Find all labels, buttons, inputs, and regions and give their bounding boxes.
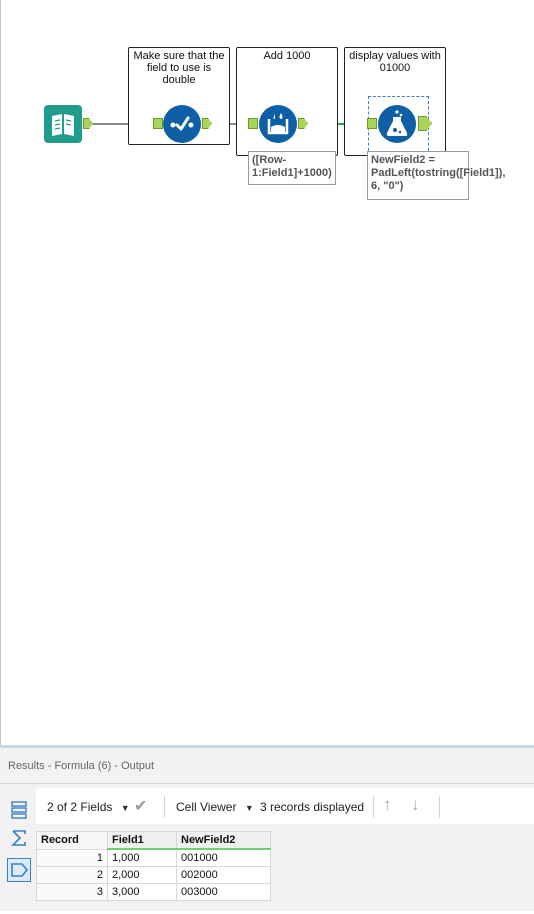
fields-dropdown[interactable]: 2 of 2 Fields ▼ — [47, 800, 130, 814]
sum-icon[interactable] — [7, 826, 31, 850]
divider — [439, 796, 440, 818]
field1-cell[interactable]: 1,000 — [107, 848, 177, 867]
table-row[interactable]: 3 3,000 003000 — [36, 883, 271, 901]
results-panel: Results - Formula (6) - Output 2 of 2 Fi… — [0, 745, 534, 911]
arrow-up-icon[interactable]: ↑ — [383, 795, 392, 815]
select-icon — [170, 116, 194, 131]
newfield2-cell[interactable]: 003000 — [176, 883, 271, 901]
tool-annotation: NewField2 = PadLeft(tostring([Field1]), … — [367, 151, 505, 200]
cell-viewer-label: Cell Viewer — [176, 800, 237, 814]
metadata-icon[interactable] — [7, 798, 31, 822]
select-tool[interactable] — [163, 105, 201, 143]
results-toolbar: 2 of 2 Fields ▼ ✔ Cell Viewer ▼ 3 record… — [36, 788, 534, 824]
column-header-record[interactable]: Record — [36, 831, 108, 850]
column-header-field1[interactable]: Field1 — [107, 831, 177, 850]
input-data-tool[interactable] — [44, 105, 82, 143]
multi-row-formula-icon — [267, 113, 289, 135]
results-side-toolbar — [4, 788, 34, 914]
formula-tool[interactable] — [378, 105, 416, 143]
input-data-icon — [52, 114, 74, 136]
column-header-newfield2[interactable]: NewField2 — [176, 831, 271, 850]
multi-row-formula-tool[interactable] — [259, 105, 297, 143]
results-title: Results - Formula (6) - Output — [8, 760, 155, 772]
data-view-icon[interactable] — [7, 858, 31, 882]
checkmark-icon[interactable]: ✔ — [134, 796, 147, 816]
input-anchor[interactable] — [367, 118, 377, 129]
output-anchor[interactable] — [83, 118, 93, 129]
table-header-row: Record Field1 NewField2 — [36, 831, 271, 850]
newfield2-cell[interactable]: 002000 — [176, 866, 271, 884]
field1-cell[interactable]: 3,000 — [107, 883, 177, 901]
tool-annotation: ([Row-1:Field1]+1000) — [248, 151, 336, 185]
results-table: Record Field1 NewField2 1 1,000 001000 2… — [36, 831, 271, 901]
arrow-down-icon[interactable]: ↓ — [411, 795, 420, 815]
field1-cell[interactable]: 2,000 — [107, 866, 177, 884]
container-title: display values with 01000 — [349, 50, 441, 74]
container-title: Add 1000 — [263, 50, 311, 62]
table-row[interactable]: 1 1,000 001000 — [36, 848, 271, 867]
record-cell: 1 — [36, 848, 108, 867]
divider — [164, 796, 165, 818]
record-cell: 3 — [36, 883, 108, 901]
chevron-down-icon: ▼ — [239, 803, 254, 813]
record-cell: 2 — [36, 866, 108, 884]
records-count: 3 records displayed — [260, 800, 365, 814]
cell-viewer-dropdown[interactable]: Cell Viewer ▼ — [176, 800, 254, 814]
formula-icon — [386, 110, 408, 136]
table-row[interactable]: 2 2,000 002000 — [36, 866, 271, 884]
divider — [373, 796, 374, 818]
divider — [0, 783, 534, 784]
chevron-down-icon: ▼ — [115, 803, 130, 813]
fields-label: 2 of 2 Fields — [47, 800, 113, 814]
container-title: Make sure that the field to use is doubl… — [133, 50, 225, 86]
newfield2-cell[interactable]: 001000 — [176, 848, 271, 867]
workflow-canvas[interactable]: Make sure that the field to use is doubl… — [0, 0, 534, 745]
input-anchor[interactable] — [153, 118, 163, 129]
input-anchor[interactable] — [248, 118, 258, 129]
